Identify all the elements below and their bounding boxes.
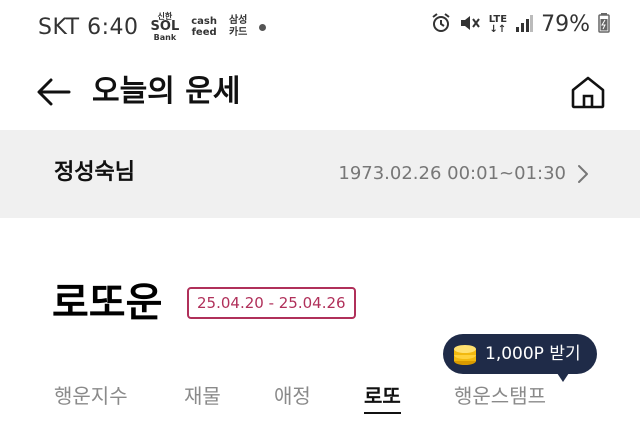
profile-birth-info: 1973.02.26 00:01~01:30 xyxy=(338,163,566,184)
tab-luck-stamp[interactable]: 행운스탬프 xyxy=(454,382,546,410)
samsung-text: 삼성 xyxy=(228,15,248,26)
sol-bank-notification-icon: 신한 SOL Bank xyxy=(151,12,180,42)
status-bar-left: SKT 6:40 신한 SOL Bank cash feed 삼성 카드 xyxy=(38,12,267,42)
data-arrows-icon: ↓↑ xyxy=(489,23,507,35)
battery-percent: 79% xyxy=(541,12,590,37)
feed-text: feed xyxy=(191,27,217,38)
cashfeed-notification-icon: cash feed xyxy=(191,16,217,38)
sol-bank-text: Bank xyxy=(153,33,177,42)
reward-label: 1,000P 받기 xyxy=(485,344,581,364)
carrier-time: SKT 6:40 xyxy=(38,14,139,40)
coin-stack-icon xyxy=(454,345,476,365)
profile-name: 정성숙님 xyxy=(54,160,135,185)
lte-text: LTE xyxy=(488,13,508,25)
app-header: 오늘의 운세 xyxy=(0,58,640,126)
home-icon xyxy=(571,76,605,109)
section-title: 로또운 xyxy=(52,280,163,326)
battery-icon xyxy=(598,12,610,37)
signal-icon xyxy=(515,14,534,36)
profile-selector[interactable]: 정성숙님 1973.02.26 00:01~01:30 xyxy=(0,130,640,218)
card-text: 카드 xyxy=(228,27,248,38)
home-button[interactable] xyxy=(566,70,610,114)
date-range-badge: 25.04.20 - 25.04.26 xyxy=(187,287,356,319)
tab-love[interactable]: 애정 xyxy=(274,382,311,410)
page-title: 오늘의 운세 xyxy=(92,74,241,109)
tab-luck-index[interactable]: 행운지수 xyxy=(54,382,128,410)
sol-big-text: SOL xyxy=(150,19,180,34)
tab-lotto[interactable]: 로또 xyxy=(364,382,401,414)
cash-text: cash xyxy=(191,16,217,27)
arrow-left-icon xyxy=(37,78,71,106)
reward-points-button[interactable]: 1,000P 받기 xyxy=(443,334,597,382)
alarm-icon xyxy=(431,12,451,37)
tab-wealth[interactable]: 재물 xyxy=(184,382,221,410)
mute-icon xyxy=(459,13,481,37)
status-bar-right: LTE ↓↑ 79% xyxy=(423,12,610,37)
back-button[interactable] xyxy=(34,72,74,112)
status-bar: SKT 6:40 신한 SOL Bank cash feed 삼성 카드 LTE… xyxy=(0,0,640,52)
more-notifications-dot-icon xyxy=(259,23,267,31)
samsung-card-notification-icon: 삼성 카드 xyxy=(229,15,247,39)
lte-icon: LTE ↓↑ xyxy=(488,13,508,35)
fortune-tabs: 행운지수 재물 애정 로또 행운스탬프 xyxy=(0,376,640,440)
chevron-right-icon xyxy=(572,162,594,186)
